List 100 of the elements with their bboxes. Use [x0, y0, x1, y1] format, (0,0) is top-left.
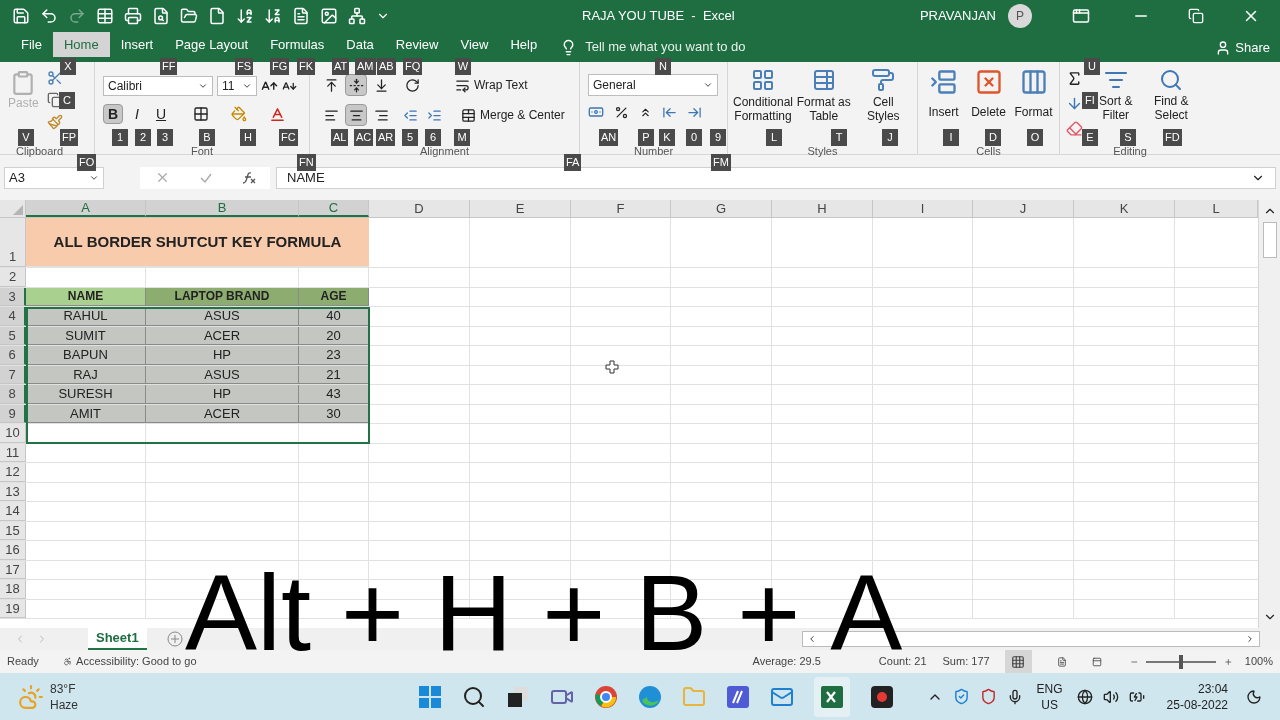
document-icon[interactable] [292, 7, 310, 25]
column-header[interactable]: D [369, 200, 470, 217]
clear-icon[interactable] [1066, 120, 1083, 137]
orientation-icon[interactable] [405, 77, 420, 93]
new-file-icon[interactable] [208, 7, 226, 25]
percent-icon[interactable] [614, 104, 629, 120]
diagram-icon[interactable] [348, 7, 366, 25]
column-header[interactable]: I [873, 200, 973, 217]
sort-descending-icon[interactable] [264, 7, 282, 25]
insert-function-icon[interactable] [241, 170, 256, 185]
ribbon-display-icon[interactable] [1072, 7, 1090, 25]
row-header[interactable]: 1 [0, 218, 26, 267]
focus-icon[interactable] [1246, 688, 1262, 705]
font-style-button[interactable]: B [103, 104, 123, 124]
folder-icon[interactable] [180, 7, 198, 25]
font-style-button[interactable]: U [151, 104, 171, 124]
row-header[interactable]: 11 [0, 443, 26, 462]
row-header[interactable]: 6 [0, 346, 26, 365]
ribbon-tab[interactable]: Data [335, 32, 385, 57]
fill-color-icon[interactable] [231, 106, 247, 122]
row-header[interactable]: 16 [0, 541, 26, 560]
row-header[interactable]: 17 [0, 560, 26, 579]
format-painter-icon[interactable] [46, 114, 63, 130]
font-size-field[interactable]: 11 [217, 76, 257, 96]
undo-icon[interactable] [40, 7, 58, 25]
editing-button[interactable]: Find & Select [1148, 68, 1194, 122]
ribbon-tab[interactable]: Review [384, 32, 450, 57]
font-name-field[interactable]: Calibri [103, 76, 213, 96]
merge-center-button[interactable]: Merge & Center [461, 106, 565, 124]
row-header[interactable]: 4 [0, 307, 26, 326]
user-avatar[interactable]: P [1008, 4, 1032, 28]
shield-icon[interactable] [952, 688, 970, 705]
column-header[interactable]: J [973, 200, 1074, 217]
borders-icon[interactable] [193, 106, 209, 122]
picture-icon[interactable] [320, 7, 338, 25]
styles-button[interactable]: Cell Styles [855, 68, 911, 123]
accessibility-icon[interactable] [62, 655, 73, 668]
recorder-icon[interactable] [870, 684, 894, 709]
spreadsheet-app-icon[interactable] [820, 684, 844, 709]
volume-icon[interactable] [1102, 688, 1119, 705]
name-box[interactable]: A3 [4, 166, 104, 189]
row-header[interactable]: 14 [0, 502, 26, 521]
sheet-tab[interactable]: Sheet1 [88, 628, 147, 650]
vertical-align-button[interactable] [345, 74, 367, 96]
column-header[interactable]: F [571, 200, 671, 217]
row-header[interactable]: 13 [0, 482, 26, 501]
ribbon-tab[interactable]: View [449, 32, 500, 57]
font-color-icon[interactable] [269, 105, 286, 123]
column-header[interactable]: E [470, 200, 571, 217]
ribbon-tab[interactable]: File [10, 32, 53, 57]
currency-icon[interactable] [588, 104, 604, 120]
task-view-icon[interactable] [506, 684, 530, 709]
decrease-indent-icon[interactable] [403, 107, 418, 123]
normal-view-icon[interactable] [1011, 654, 1026, 669]
page-layout-icon[interactable] [1056, 654, 1067, 669]
styles-button[interactable]: Format as Table [796, 68, 852, 123]
search-icon[interactable] [462, 684, 486, 709]
ribbon-tab[interactable]: Page Layout [164, 32, 260, 57]
tell-me-field[interactable]: Tell me what you want to do [585, 37, 746, 57]
row-header[interactable]: 15 [0, 521, 26, 540]
form-icon[interactable] [96, 7, 114, 25]
print-preview-icon[interactable] [152, 7, 170, 25]
edge-browser-icon[interactable] [638, 684, 662, 709]
row-header[interactable]: 18 [0, 580, 26, 599]
input-language[interactable]: ENG [1036, 680, 1063, 697]
fill-icon[interactable] [1066, 95, 1083, 112]
wrap-text-button[interactable]: Wrap Text [455, 76, 528, 94]
number-format-field[interactable]: General [588, 74, 718, 96]
network-icon[interactable] [1076, 688, 1093, 705]
row-header[interactable]: 12 [0, 463, 26, 482]
cells-button[interactable]: Format [1012, 68, 1055, 121]
formula-field[interactable]: NAME [276, 166, 1276, 189]
scrollbar-thumb[interactable] [1262, 222, 1277, 258]
column-header[interactable]: G [671, 200, 772, 217]
accessibility-status[interactable]: Accessibility: Good to go [76, 653, 197, 670]
row-header[interactable]: 10 [0, 424, 26, 443]
row-header[interactable]: 19 [0, 599, 26, 618]
clock-date[interactable]: 25-08-2022 [1166, 696, 1228, 713]
row-header[interactable]: 3 [0, 287, 26, 306]
increase-indent-icon[interactable] [427, 107, 442, 123]
scroll-right-icon[interactable] [1245, 634, 1255, 644]
ribbon-tab[interactable]: Insert [109, 32, 165, 57]
browser-icon[interactable] [594, 684, 618, 709]
start-icon[interactable] [418, 684, 442, 709]
zoom-thumb[interactable] [1179, 654, 1184, 669]
ribbon-tab[interactable]: Home [52, 32, 110, 57]
column-header[interactable]: H [772, 200, 873, 217]
column-header[interactable]: B [146, 200, 299, 217]
cells-button[interactable]: Insert [922, 68, 965, 121]
print-icon[interactable] [124, 7, 142, 25]
clock-time[interactable]: 23:04 [1197, 680, 1228, 697]
row-header[interactable]: 8 [0, 385, 26, 404]
row-header[interactable]: 7 [0, 365, 26, 384]
restore-icon[interactable] [1188, 8, 1204, 24]
row-header[interactable]: 5 [0, 326, 26, 345]
ribbon-tab[interactable]: Formulas [259, 32, 336, 57]
horizontal-align-button[interactable] [345, 104, 367, 126]
column-header[interactable]: A [26, 200, 146, 217]
app-icon[interactable] [726, 684, 750, 709]
sort-ascending-icon[interactable] [236, 7, 254, 25]
